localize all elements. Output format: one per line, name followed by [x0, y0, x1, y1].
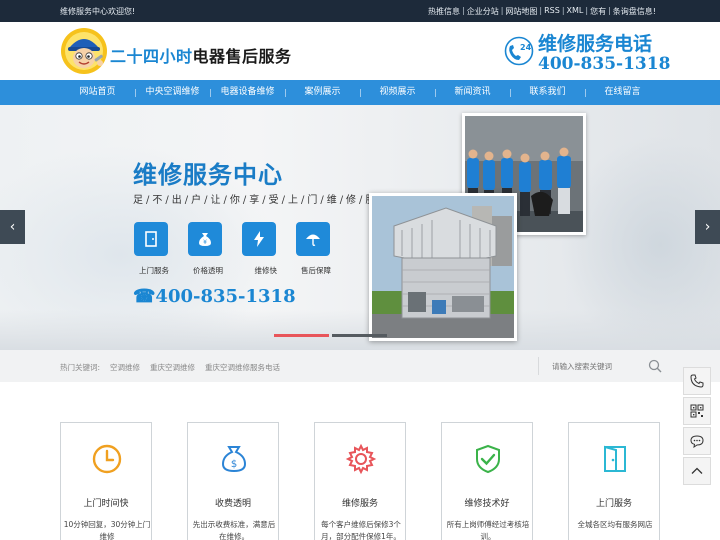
umbrella-icon: [296, 222, 330, 256]
service-desc: 每个客户维修后保修3个月，部分配件保修1年。: [321, 520, 401, 540]
nav-item-cases[interactable]: 案例展示: [285, 80, 360, 105]
hotline-label: 维修服务电话: [538, 33, 653, 55]
service-title: 上门时间快: [83, 499, 129, 509]
top-link-branches[interactable]: 企业分站: [467, 6, 499, 17]
phone-24h-icon: 24: [504, 36, 534, 66]
service-title: 维修技术好: [464, 499, 510, 509]
door-icon: [604, 445, 626, 472]
svg-text:$: $: [231, 459, 237, 470]
banner-title: 维修服务中心: [133, 161, 283, 189]
hotline-number: 400-835-1318: [538, 54, 671, 74]
money-bag-icon: ¥: [188, 222, 222, 256]
mascot-logo-icon[interactable]: [60, 27, 108, 75]
main-nav: 网站首页 中央空调维修 电器设备维修 案例展示 视频展示 新闻资讯 联系我们 在…: [0, 80, 720, 105]
ac-unit-photo: [369, 193, 517, 341]
site-title-suffix: 电器售后服务: [192, 47, 292, 66]
nav-item-home[interactable]: 网站首页: [60, 80, 135, 105]
slide-prev-button[interactable]: ‹: [0, 210, 25, 244]
slide-dot[interactable]: [274, 334, 329, 337]
hero-banner: 维修服务中心 足/不/出/户/让/你/享/受/上/门/维/修/服/务 上门服务 …: [0, 105, 720, 350]
banner-phone: ☎400-835-1318: [133, 286, 296, 307]
service-card[interactable]: 维修服务 每个客户维修后保修3个月，部分配件保修1年。: [314, 422, 406, 540]
service-title: 收费透明: [214, 499, 251, 509]
side-toolbar: [683, 367, 711, 487]
svg-text:¥: ¥: [203, 239, 207, 246]
chevron-up-icon: [691, 467, 703, 474]
service-desc: 全城各区均有服务网店: [577, 520, 653, 529]
service-desc: 所有上岗师傅经过考核培训。: [446, 520, 530, 540]
search-bar-row: 热门关键词: 空调维修 重庆空调维修 重庆空调维修服务电话: [0, 350, 720, 382]
feature-label: 上门服务: [139, 266, 169, 275]
service-desc: 先出示收费标准，满意后在维修。: [192, 520, 276, 540]
shield-check-icon: [476, 444, 500, 474]
door-icon: [134, 222, 168, 256]
lightning-icon: [242, 222, 276, 256]
nav-item-news[interactable]: 新闻资讯: [435, 80, 510, 105]
nav-item-appliance[interactable]: 电器设备维修: [210, 80, 285, 105]
gear-icon: [345, 443, 377, 475]
service-card[interactable]: 上门服务 全城各区均有服务网店: [568, 422, 660, 540]
feature-onsite: 上门服务: [133, 222, 169, 277]
feature-label: 价格透明: [193, 266, 223, 275]
page: 维修服务中心欢迎您! 热推信息 | 企业分站 | 网站地图 | RSS | XM…: [0, 0, 720, 540]
qrcode-icon: [690, 404, 704, 418]
nav-item-message[interactable]: 在线留言: [585, 80, 660, 105]
search-icon[interactable]: [648, 359, 662, 373]
service-title: 维修服务: [341, 499, 378, 509]
top-link-rss[interactable]: RSS: [544, 6, 560, 17]
nav-item-contact[interactable]: 联系我们: [510, 80, 585, 105]
feature-price: ¥ 价格透明: [187, 222, 223, 277]
feature-fast: 维修快: [241, 222, 277, 277]
service-section: 上门时间快 10分钟回复，30分钟上门维修 $ 收费透明 先出示收费标准，满意后…: [0, 382, 720, 540]
hot-keyword-link[interactable]: 重庆空调维修服务电话: [205, 362, 280, 373]
top-link-hot-info[interactable]: 热推信息: [428, 6, 460, 17]
hot-keyword-link[interactable]: 空调维修: [110, 362, 140, 373]
top-links: 热推信息 | 企业分站 | 网站地图 | RSS | XML | 您有 | 条询…: [428, 6, 656, 17]
feature-warranty: 售后保障: [295, 222, 331, 277]
chat-icon: [690, 435, 704, 448]
site-title-prefix: 二十四小时: [110, 47, 193, 66]
badge-number: 24: [520, 43, 532, 52]
hot-keywords: 热门关键词: 空调维修 重庆空调维修 重庆空调维修服务电话: [60, 362, 290, 373]
service-title: 上门服务: [595, 499, 632, 509]
back-to-top-button[interactable]: [683, 457, 711, 485]
money-bag-icon: $: [221, 446, 247, 473]
service-card[interactable]: 维修技术好 所有上岗师傅经过考核培训。: [441, 422, 533, 540]
qrcode-button[interactable]: [683, 397, 711, 425]
service-card[interactable]: 上门时间快 10分钟回复，30分钟上门维修: [60, 422, 152, 540]
nav-item-central-ac[interactable]: 中央空调维修: [135, 80, 210, 105]
top-link-xml[interactable]: XML: [567, 6, 584, 17]
slide-next-button[interactable]: ›: [695, 210, 720, 244]
chat-button[interactable]: [683, 427, 711, 455]
feature-label: 维修快: [254, 266, 278, 275]
hot-keywords-label: 热门关键词:: [60, 363, 101, 372]
slide-dot[interactable]: [332, 334, 387, 337]
slide-indicators: [274, 334, 390, 337]
phone-button[interactable]: [683, 367, 711, 395]
inquiry-prefix: 您有: [590, 7, 607, 16]
top-link-sitemap[interactable]: 网站地图: [505, 6, 537, 17]
welcome-text: 维修服务中心欢迎您!: [60, 7, 136, 16]
site-title[interactable]: 二十四小时电器售后服务: [110, 43, 292, 67]
banner-subtitle: 足/不/出/户/让/你/享/受/上/门/维/修/服/务: [133, 195, 398, 206]
clock-icon: [92, 444, 122, 474]
service-desc: 10分钟回复，30分钟上门维修: [63, 520, 151, 540]
top-bar: 维修服务中心欢迎您! 热推信息 | 企业分站 | 网站地图 | RSS | XM…: [0, 0, 720, 22]
feature-label: 售后保障: [301, 266, 331, 275]
hot-keyword-link[interactable]: 重庆空调维修: [150, 362, 195, 373]
nav-item-videos[interactable]: 视频展示: [360, 80, 435, 105]
header: 二十四小时电器售后服务 24 维修服务电话 400-835-1318: [0, 22, 720, 80]
service-card[interactable]: $ 收费透明 先出示收费标准，满意后在维修。: [187, 422, 279, 540]
top-link-inquiries[interactable]: 条询盘信息!: [613, 6, 656, 17]
phone-icon: [690, 374, 704, 388]
